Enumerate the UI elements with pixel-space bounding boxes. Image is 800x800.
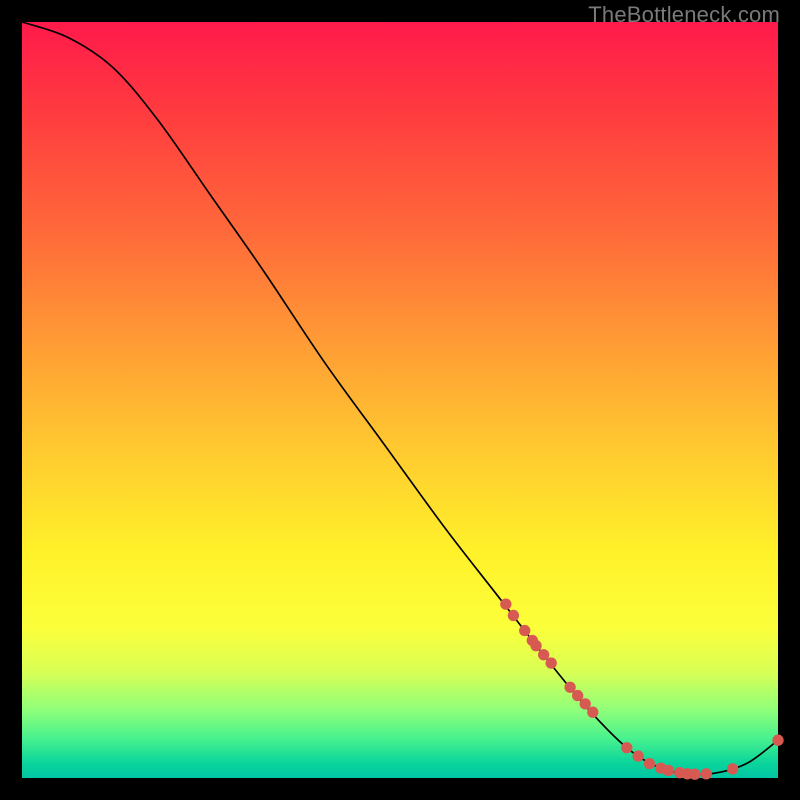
watermark-text: TheBottleneck.com bbox=[588, 2, 780, 28]
scatter-point bbox=[621, 742, 632, 753]
chart-stage: TheBottleneck.com bbox=[0, 0, 800, 800]
scatter-point bbox=[587, 707, 598, 718]
scatter-point bbox=[689, 769, 700, 780]
scatter-point bbox=[500, 598, 511, 609]
scatter-point bbox=[701, 768, 712, 779]
scatter-point bbox=[508, 610, 519, 621]
scatter-point bbox=[530, 640, 541, 651]
scatter-point bbox=[546, 657, 557, 668]
scatter-point bbox=[772, 735, 783, 746]
scatter-point bbox=[644, 758, 655, 769]
scatter-point bbox=[663, 765, 674, 776]
chart-overlay bbox=[22, 22, 778, 778]
bottleneck-curve bbox=[22, 22, 778, 775]
scatter-points bbox=[500, 598, 783, 779]
scatter-point bbox=[632, 750, 643, 761]
scatter-point bbox=[519, 625, 530, 636]
scatter-point bbox=[727, 763, 738, 774]
